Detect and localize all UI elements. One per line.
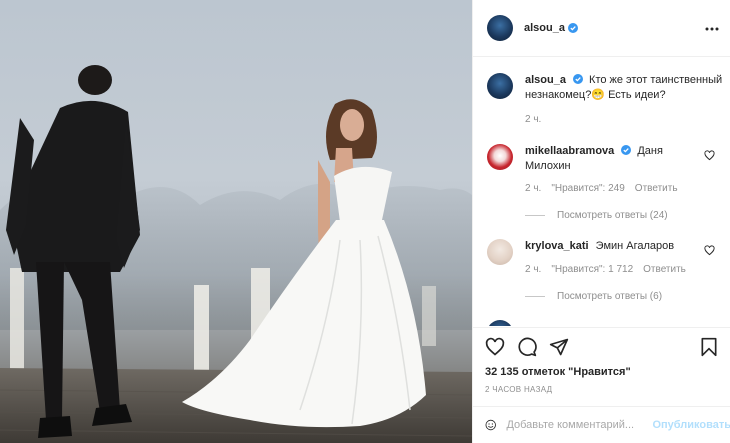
heart-icon[interactable] xyxy=(485,337,505,357)
reply-button[interactable]: Ответить xyxy=(635,183,678,194)
post-caption: alsou_a Кто же этот таинственный незнако… xyxy=(487,73,730,103)
view-replies-label[interactable]: Посмотреть ответы (6) xyxy=(557,291,662,302)
photo-scene xyxy=(0,65,472,443)
comment-body: krylova_kati Эмин Агаларов xyxy=(525,239,695,265)
emoji-icon[interactable] xyxy=(485,415,496,435)
view-replies-button[interactable]: Посмотреть ответы (6) xyxy=(525,291,662,302)
comment-likes[interactable]: "Нравится": 1 712 xyxy=(551,264,633,275)
more-options-icon[interactable] xyxy=(705,22,719,36)
bookmark-icon[interactable] xyxy=(699,337,719,357)
author-username[interactable]: alsou_a xyxy=(524,22,565,34)
reply-button[interactable]: Ответить xyxy=(643,264,686,275)
replies-divider xyxy=(525,296,545,297)
comment-text: Эмин Агаларов xyxy=(595,240,675,252)
comment-username[interactable]: krylova_kati xyxy=(525,240,589,252)
comment-item: krylova_kati Эмин Агаларов xyxy=(487,239,695,265)
verified-badge-icon xyxy=(621,145,632,155)
add-comment-bar: Опубликовать xyxy=(473,406,730,443)
caption-body: alsou_a Кто же этот таинственный незнако… xyxy=(525,73,730,103)
caption-username[interactable]: alsou_a xyxy=(525,74,566,86)
comment-like-heart-icon[interactable] xyxy=(704,150,715,161)
post-photo[interactable] xyxy=(0,0,472,443)
comment-body: mikellaabramova Даня Милохин xyxy=(525,144,695,174)
commenter-avatar[interactable] xyxy=(487,239,513,265)
comments-list[interactable]: alsou_a Кто же этот таинственный незнако… xyxy=(473,58,730,326)
comment-icon[interactable] xyxy=(517,337,537,357)
comment-item: mikellaabramova Даня Милохин xyxy=(487,144,695,174)
action-bar xyxy=(473,337,730,359)
commenter-avatar[interactable] xyxy=(487,320,513,326)
instagram-post: alsou_a alsou_a Кто же этот таинственный… xyxy=(0,0,730,443)
likes-count[interactable]: 32 135 отметок "Нравится" xyxy=(473,366,730,378)
comment-username[interactable]: mikellaabramova xyxy=(525,145,614,157)
post-timestamp[interactable]: 2 ЧАСОВ НАЗАД xyxy=(473,385,730,394)
comment-likes[interactable]: "Нравится": 249 xyxy=(551,183,624,194)
post-actions: 32 135 отметок "Нравится" 2 ЧАСОВ НАЗАД xyxy=(473,327,730,394)
comment-input[interactable] xyxy=(506,419,649,431)
author-avatar[interactable] xyxy=(487,73,513,99)
post-side-panel: alsou_a alsou_a Кто же этот таинственный… xyxy=(472,0,730,443)
publish-button[interactable]: Опубликовать xyxy=(652,419,730,431)
comment-time: 2 ч. xyxy=(525,264,542,275)
view-replies-button[interactable]: Посмотреть ответы (24) xyxy=(525,210,668,221)
view-replies-label[interactable]: Посмотреть ответы (24) xyxy=(557,210,668,221)
verified-badge-icon xyxy=(567,23,578,33)
share-icon[interactable] xyxy=(549,337,569,357)
verified-badge-icon xyxy=(572,74,583,84)
author-avatar[interactable] xyxy=(487,15,513,41)
caption-meta: 2 ч. xyxy=(525,114,541,125)
commenter-avatar[interactable] xyxy=(487,144,513,170)
replies-divider xyxy=(525,215,545,216)
comment-like-heart-icon[interactable] xyxy=(704,245,715,256)
comment-meta: 2 ч. "Нравится": 249 Ответить xyxy=(525,183,678,194)
comment-time: 2 ч. xyxy=(525,183,542,194)
caption-time: 2 ч. xyxy=(525,114,542,125)
comment-meta: 2 ч. "Нравится": 1 712 Ответить xyxy=(525,264,686,275)
post-header: alsou_a xyxy=(473,0,730,57)
